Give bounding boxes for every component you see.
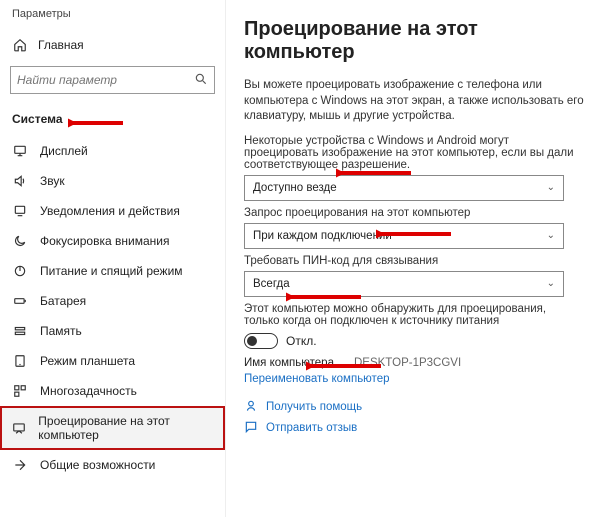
intro-text: Вы можете проецировать изображение с тел… [244, 78, 584, 125]
sidebar-item-notifications[interactable]: Уведомления и действия [0, 196, 225, 226]
home-icon [12, 38, 28, 52]
sidebar-item-label: Фокусировка внимания [40, 234, 169, 248]
page-title: Проецирование на этот компьютер [244, 18, 584, 64]
availability-value: Доступно везде [253, 182, 337, 194]
display-icon [12, 144, 28, 158]
sidebar-item-battery[interactable]: Батарея [0, 286, 225, 316]
sidebar-item-label: Общие возможности [40, 458, 155, 472]
toggle-state-label: Откл. [286, 334, 317, 348]
pin-value: Всегда [253, 278, 290, 290]
ask-value: При каждом подключении [253, 230, 392, 242]
power-only-toggle[interactable] [244, 333, 278, 349]
notifications-icon [12, 204, 28, 218]
sidebar: Параметры Главная Система Дисплей Звук [0, 0, 226, 517]
window-title: Параметры [0, 8, 225, 32]
power-icon [12, 264, 28, 278]
sidebar-item-label: Память [40, 324, 82, 338]
ask-label: Запрос проецирования на этот компьютер [244, 207, 584, 219]
pcname-value: DESKTOP-1P3CGVI [354, 357, 461, 369]
pin-label: Требовать ПИН-код для связывания [244, 255, 584, 267]
sidebar-nav: Дисплей Звук Уведомления и действия Фоку… [0, 136, 225, 480]
sidebar-item-label: Дисплей [40, 144, 88, 158]
sound-icon [12, 174, 28, 188]
ask-select[interactable]: При каждом подключении ⌄ [244, 223, 564, 249]
shared-icon [12, 458, 28, 472]
battery-icon [12, 294, 28, 308]
send-feedback-link[interactable]: Отправить отзыв [266, 422, 357, 434]
sidebar-item-shared[interactable]: Общие возможности [0, 450, 225, 480]
rename-pc-link[interactable]: Переименовать компьютер [244, 373, 390, 385]
sidebar-item-label: Уведомления и действия [40, 204, 180, 218]
get-help-link[interactable]: Получить помощь [266, 401, 362, 413]
availability-select[interactable]: Доступно везде ⌄ [244, 175, 564, 201]
storage-icon [12, 324, 28, 338]
sidebar-item-tablet[interactable]: Режим планшета [0, 346, 225, 376]
sidebar-item-label: Проецирование на этот компьютер [38, 414, 213, 442]
sidebar-item-projecting[interactable]: Проецирование на этот компьютер [0, 406, 225, 450]
sidebar-item-display[interactable]: Дисплей [0, 136, 225, 166]
sidebar-item-focus[interactable]: Фокусировка внимания [0, 226, 225, 256]
sidebar-item-power[interactable]: Питание и спящий режим [0, 256, 225, 286]
pcname-label: Имя компьютера [244, 357, 334, 369]
sidebar-item-label: Батарея [40, 294, 86, 308]
sidebar-item-label: Режим планшета [40, 354, 135, 368]
sidebar-item-storage[interactable]: Память [0, 316, 225, 346]
moon-icon [12, 234, 28, 248]
chevron-down-icon: ⌄ [547, 182, 555, 193]
feedback-icon [244, 420, 258, 437]
projecting-icon [12, 421, 26, 435]
tablet-icon [12, 354, 28, 368]
sidebar-item-label: Многозадачность [40, 384, 137, 398]
chevron-down-icon: ⌄ [547, 230, 555, 241]
availability-label: Некоторые устройства с Windows и Android… [244, 135, 584, 171]
search-icon [194, 72, 208, 89]
home-label: Главная [38, 38, 84, 52]
sidebar-item-label: Звук [40, 174, 65, 188]
pin-select[interactable]: Всегда ⌄ [244, 271, 564, 297]
sidebar-item-multitask[interactable]: Многозадачность [0, 376, 225, 406]
help-icon [244, 399, 258, 416]
search-input[interactable] [17, 73, 194, 87]
category-header: Система [0, 104, 225, 132]
multitask-icon [12, 384, 28, 398]
search-input-wrap[interactable] [10, 66, 215, 94]
sidebar-item-label: Питание и спящий режим [40, 264, 183, 278]
power-only-label: Этот компьютер можно обнаружить для прое… [244, 303, 584, 327]
chevron-down-icon: ⌄ [547, 278, 555, 289]
main-panel: Проецирование на этот компьютер Вы может… [226, 0, 600, 517]
sidebar-item-sound[interactable]: Звук [0, 166, 225, 196]
home-nav[interactable]: Главная [0, 32, 225, 60]
